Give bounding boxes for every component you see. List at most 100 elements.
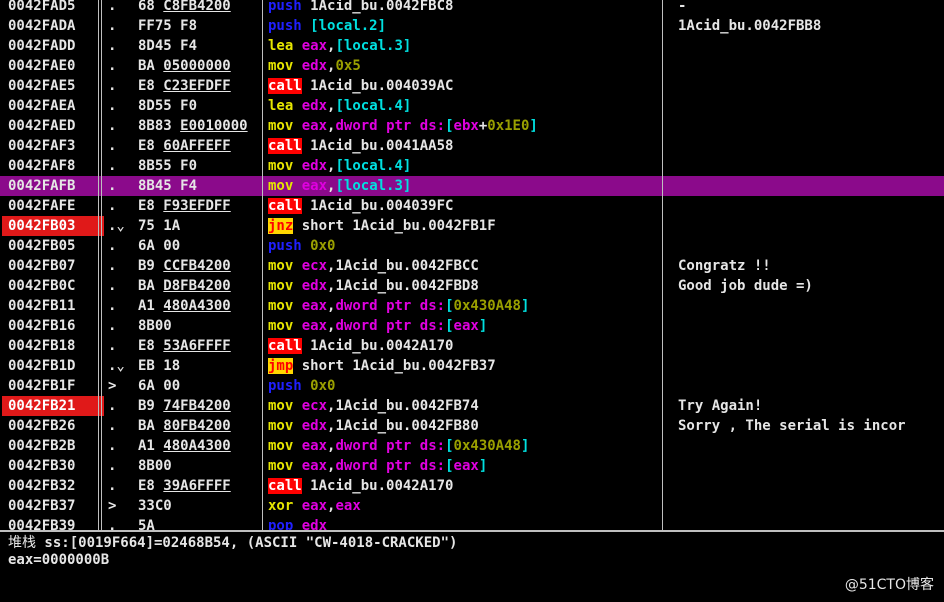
asm-instruction[interactable]: call 1Acid_bu.0042A170 [268,336,660,356]
address-cell[interactable]: 0042FB21 [2,396,104,416]
disasm-row[interactable]: 0042FAF8. 8B55 F0 mov edx,[local.4] [0,156,944,176]
asm-space [302,0,310,14]
asm-instruction[interactable]: push 0x0 [268,376,660,396]
asm-instruction[interactable]: mov eax,dword ptr ds:[eax] [268,456,660,476]
address-cell[interactable]: 0042FAFB [2,176,104,196]
disasm-row[interactable]: 0042FB0C. BA D8FB4200 mov edx,1Acid_bu.004… [0,276,944,296]
disasm-row[interactable]: 0042FB07. B9 CCFB4200 mov ecx,1Acid_bu.004… [0,256,944,276]
asm-instruction[interactable]: push [local.2] [268,16,660,36]
asm-instruction[interactable]: mov eax,dword ptr ds:[0x430A48] [268,436,660,456]
disasm-row[interactable]: 0042FB05. 6A 00 push 0x0 [0,236,944,256]
address-cell[interactable]: 0042FB03 [2,216,104,236]
asm-token: ecx [301,258,328,274]
asm-instruction[interactable]: call 1Acid_bu.004039AC [268,76,660,96]
asm-instruction[interactable]: lea eax,[local.3] [268,36,660,56]
disasm-row[interactable]: 0042FB32. E8 39A6FFFF call 1Acid_bu.0042A1… [0,476,944,496]
disasm-row[interactable]: 0042FAEA. 8D55 F0 lea edx,[local.4] [0,96,944,116]
asm-instruction[interactable]: mov ecx,1Acid_bu.0042FB74 [268,396,660,416]
address-cell[interactable]: 0042FB0C [2,276,104,296]
asm-instruction[interactable]: call 1Acid_bu.0041AA58 [268,136,660,156]
disasm-row[interactable]: 0042FB39. 5A pop edx [0,516,944,530]
asm-instruction[interactable]: call 1Acid_bu.0042A170 [268,476,660,496]
address-cell[interactable]: 0042FB30 [2,456,104,476]
asm-instruction[interactable]: call 1Acid_bu.004039FC [268,196,660,216]
address-cell[interactable]: 0042FAF8 [2,156,104,176]
disassembly-pane[interactable]: 0042FAD5. 68 C8FB4200 push 1Acid_bu.0042FB… [0,0,944,530]
address-cell[interactable]: 0042FAEA [2,96,104,116]
asm-instruction[interactable]: mov ecx,1Acid_bu.0042FBCC [268,256,660,276]
asm-instruction[interactable]: mov eax,[local.3] [268,176,660,196]
address-cell[interactable]: 0042FAED [2,116,104,136]
address-cell[interactable]: 0042FAE5 [2,76,104,96]
address-cell[interactable]: 0042FAD5 [2,0,104,16]
asm-token [378,318,386,334]
address-cell[interactable]: 0042FB37 [2,496,104,516]
asm-token: ] [402,178,412,194]
address-cell[interactable]: 0042FAF3 [2,136,104,156]
disasm-row[interactable]: 0042FAE0. BA 05000000 mov edx,0x5 [0,56,944,76]
address-cell[interactable]: 0042FB1F [2,376,104,396]
address-cell[interactable]: 0042FAE0 [2,56,104,76]
asm-instruction[interactable]: xor eax,eax [268,496,660,516]
column-divider[interactable] [262,0,263,530]
asm-mnemonic: mov [268,118,294,134]
disasm-row[interactable]: 0042FB21. B9 74FB4200 mov ecx,1Acid_bu.004… [0,396,944,416]
disasm-row[interactable]: 0042FB18. E8 53A6FFFF call 1Acid_bu.0042A1… [0,336,944,356]
asm-instruction[interactable]: push 0x0 [268,236,660,256]
asm-instruction[interactable]: mov edx,1Acid_bu.0042FBD8 [268,276,660,296]
disasm-row[interactable]: 0042FB26. BA 80FB4200 mov edx,1Acid_bu.004… [0,416,944,436]
disasm-row[interactable]: 0042FAF3. E8 60AFFEFF call 1Acid_bu.0041AA… [0,136,944,156]
asm-space [293,498,301,514]
column-divider[interactable] [662,0,663,530]
disasm-row[interactable]: 0042FB2B. A1 480A4300 mov eax,dword ptr ds… [0,436,944,456]
column-divider[interactable] [98,0,99,530]
asm-instruction[interactable]: jmp short 1Acid_bu.0042FB37 [268,356,660,376]
asm-instruction[interactable]: mov eax,dword ptr ds:[ebx+0x1E0] [268,116,660,136]
asm-instruction[interactable]: push 1Acid_bu.0042FBC8 [268,0,660,16]
disasm-row[interactable]: 0042FAFB. 8B45 F4 mov eax,[local.3] [0,176,944,196]
address-cell[interactable]: 0042FB1D [2,356,104,376]
asm-token: [ [445,438,454,454]
hex-bytes: 33C0 [138,496,262,516]
asm-instruction[interactable]: mov eax,dword ptr ds:[eax] [268,316,660,336]
hex-opcode: 8B83 [138,118,172,134]
address-cell[interactable]: 0042FB18 [2,336,104,356]
hex-opcode: 75 [138,218,155,234]
address-cell[interactable]: 0042FAFE [2,196,104,216]
hex-opcode: A1 [138,438,155,454]
asm-instruction[interactable]: mov edx,1Acid_bu.0042FB80 [268,416,660,436]
disasm-row[interactable]: 0042FAED. 8B83 E0010000 mov eax,dword ptr … [0,116,944,136]
address-cell[interactable]: 0042FADA [2,16,104,36]
address-cell[interactable]: 0042FB05 [2,236,104,256]
address-cell[interactable]: 0042FB2B [2,436,104,456]
address-cell[interactable]: 0042FB07 [2,256,104,276]
asm-instruction[interactable]: lea edx,[local.4] [268,96,660,116]
asm-mnemonic: mov [268,278,294,294]
asm-instruction[interactable]: mov edx,0x5 [268,56,660,76]
address-cell[interactable]: 0042FB39 [2,516,104,530]
disasm-row[interactable]: 0042FADD. 8D45 F4 lea eax,[local.3] [0,36,944,56]
asm-token: dword [335,458,378,474]
jump-marker: . [108,158,117,174]
address-cell[interactable]: 0042FADD [2,36,104,56]
disasm-row[interactable]: 0042FAFE. E8 F93EFDFF call 1Acid_bu.004039… [0,196,944,216]
disasm-row[interactable]: 0042FADA. FF75 F8 push [local.2] 1Acid_bu.0… [0,16,944,36]
address-cell[interactable]: 0042FB11 [2,296,104,316]
address-cell[interactable]: 0042FB26 [2,416,104,436]
asm-instruction[interactable]: mov edx,[local.4] [268,156,660,176]
disasm-row[interactable]: 0042FB1F >6A 00 push 0x0 [0,376,944,396]
disasm-row[interactable]: 0042FB30. 8B00 mov eax,dword ptr ds:[eax] [0,456,944,476]
asm-instruction[interactable]: pop edx [268,516,660,530]
asm-instruction[interactable]: mov eax,dword ptr ds:[0x430A48] [268,296,660,316]
address-cell[interactable]: 0042FB32 [2,476,104,496]
disasm-row[interactable]: 0042FB03 .⌄ 75 1A jnz short 1Acid_bu.0042FB… [0,216,944,236]
asm-instruction[interactable]: jnz short 1Acid_bu.0042FB1F [268,216,660,236]
disasm-row[interactable]: 0042FB1D .⌄ EB 18 jmp short 1Acid_bu.0042FB… [0,356,944,376]
asm-mnemonic: mov [268,438,294,454]
address-cell[interactable]: 0042FB16 [2,316,104,336]
disasm-row[interactable]: 0042FB11. A1 480A4300 mov eax,dword ptr ds… [0,296,944,316]
disasm-row[interactable]: 0042FAE5. E8 C23EFDFF call 1Acid_bu.004039… [0,76,944,96]
disasm-row[interactable]: 0042FB37 >33C0 xor eax,eax [0,496,944,516]
disasm-row[interactable]: 0042FAD5. 68 C8FB4200 push 1Acid_bu.0042FB… [0,0,944,16]
disasm-row[interactable]: 0042FB16. 8B00 mov eax,dword ptr ds:[eax] [0,316,944,336]
